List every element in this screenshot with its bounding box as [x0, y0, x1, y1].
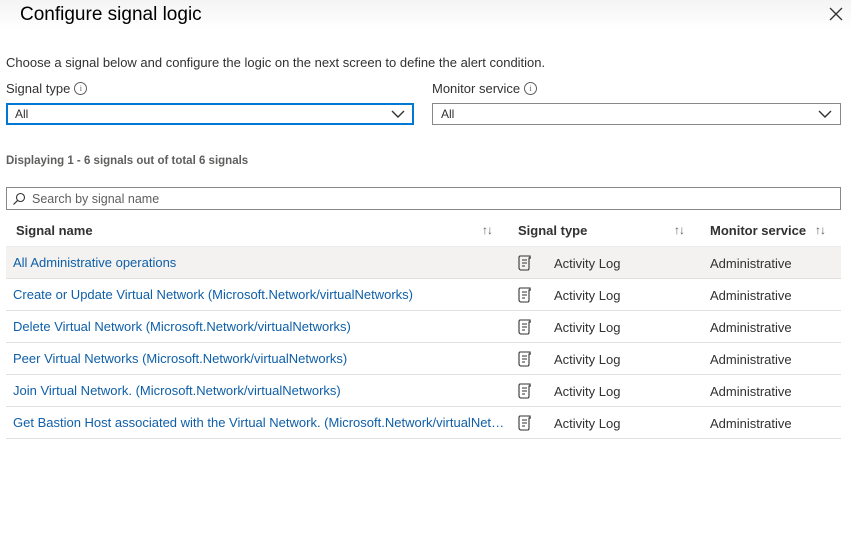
signal-type-cell: Activity Log	[554, 256, 621, 271]
signals-table: Signal name ↑↓ Signal type ↑↓ Monitor se…	[6, 216, 841, 439]
log-icon	[518, 415, 531, 431]
signal-name-link[interactable]: Delete Virtual Network (Microsoft.Networ…	[13, 319, 509, 334]
signal-type-cell: Activity Log	[554, 384, 621, 399]
chevron-down-icon	[818, 110, 832, 118]
signal-type-label-text: Signal type	[6, 81, 71, 96]
info-icon[interactable]: i	[74, 82, 88, 95]
table-row[interactable]: Peer Virtual Networks (Microsoft.Network…	[6, 343, 841, 375]
search-icon	[13, 192, 26, 205]
signal-type-dropdown[interactable]: All	[6, 103, 414, 125]
signal-type-cell: Activity Log	[554, 288, 621, 303]
monitor-service-cell: Administrative	[710, 288, 792, 303]
column-header-monitor-service[interactable]: Monitor service	[710, 223, 806, 238]
signal-name-link[interactable]: All Administrative operations	[13, 255, 509, 270]
close-icon[interactable]	[826, 4, 846, 24]
signal-name-link[interactable]: Peer Virtual Networks (Microsoft.Network…	[13, 351, 509, 366]
search-placeholder: Search by signal name	[32, 191, 160, 206]
table-row[interactable]: All Administrative operations Activity Lo…	[6, 247, 841, 279]
monitor-service-cell: Administrative	[710, 416, 792, 431]
signal-name-link[interactable]: Create or Update Virtual Network (Micros…	[13, 287, 509, 302]
results-count: Displaying 1 - 6 signals out of total 6 …	[6, 155, 249, 167]
signal-type-cell: Activity Log	[554, 416, 621, 431]
monitor-service-cell: Administrative	[710, 320, 792, 335]
chevron-down-icon	[391, 110, 405, 118]
signal-type-label: Signal type i	[6, 81, 88, 96]
signal-name-link[interactable]: Join Virtual Network. (Microsoft.Network…	[13, 383, 509, 398]
log-icon	[518, 255, 531, 271]
column-header-signal-name[interactable]: Signal name	[16, 223, 93, 238]
table-row[interactable]: Create or Update Virtual Network (Micros…	[6, 279, 841, 311]
log-icon	[518, 319, 531, 335]
search-input[interactable]: Search by signal name	[6, 187, 841, 210]
table-row[interactable]: Delete Virtual Network (Microsoft.Networ…	[6, 311, 841, 343]
signal-type-cell: Activity Log	[554, 320, 621, 335]
monitor-service-dropdown[interactable]: All	[432, 103, 841, 125]
log-icon	[518, 287, 531, 303]
monitor-service-label-text: Monitor service	[432, 81, 521, 96]
column-header-signal-type[interactable]: Signal type	[518, 223, 587, 238]
table-header: Signal name ↑↓ Signal type ↑↓ Monitor se…	[6, 216, 841, 247]
sort-icon[interactable]: ↑↓	[482, 223, 493, 237]
sort-icon[interactable]: ↑↓	[815, 223, 826, 237]
monitor-service-cell: Administrative	[710, 384, 792, 399]
log-icon	[518, 351, 531, 367]
signal-type-cell: Activity Log	[554, 352, 621, 367]
monitor-service-cell: Administrative	[710, 256, 792, 271]
info-icon[interactable]: i	[524, 82, 538, 95]
monitor-service-cell: Administrative	[710, 352, 792, 367]
panel-title: Configure signal logic	[20, 4, 202, 25]
signal-type-value: All	[15, 107, 29, 121]
monitor-service-label: Monitor service i	[432, 81, 538, 96]
monitor-service-value: All	[441, 107, 455, 121]
table-row[interactable]: Get Bastion Host associated with the Vir…	[6, 407, 841, 439]
log-icon	[518, 383, 531, 399]
table-row[interactable]: Join Virtual Network. (Microsoft.Network…	[6, 375, 841, 407]
panel-description: Choose a signal below and configure the …	[6, 55, 546, 70]
sort-icon[interactable]: ↑↓	[674, 223, 685, 237]
signal-name-link[interactable]: Get Bastion Host associated with the Vir…	[13, 415, 509, 430]
